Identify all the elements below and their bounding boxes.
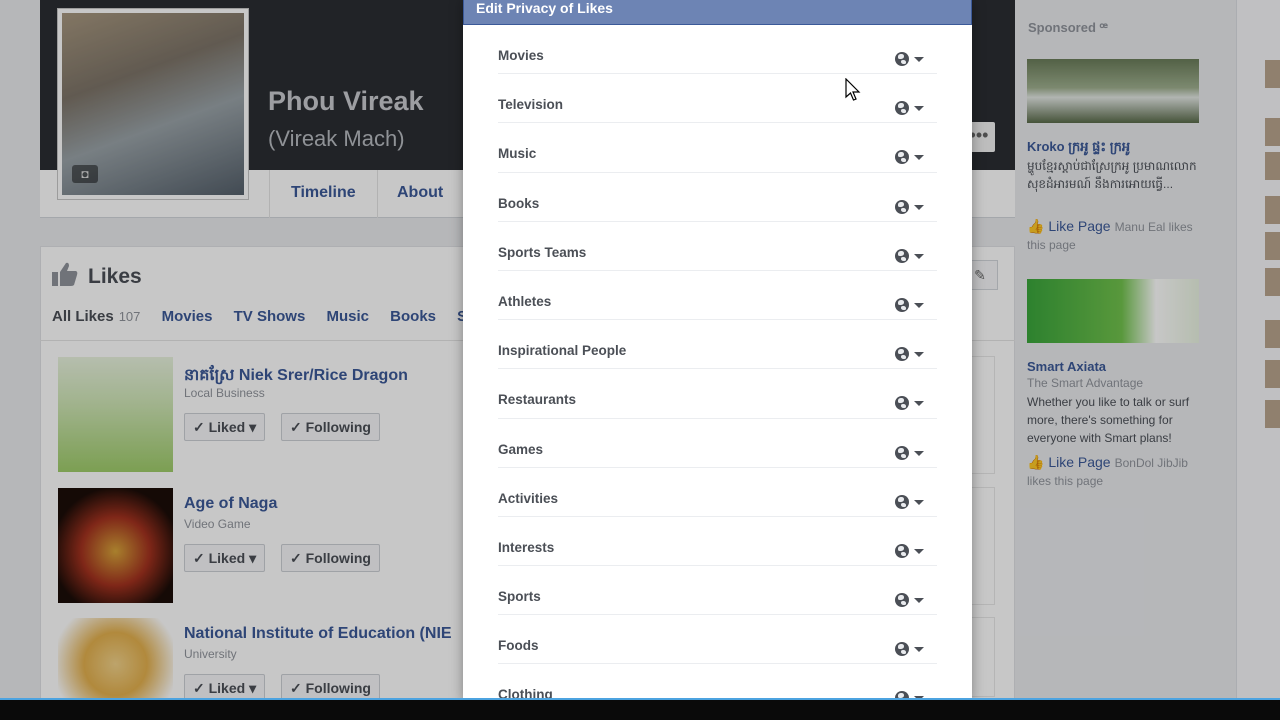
globe-icon	[895, 593, 909, 608]
privacy-row: Television	[498, 74, 937, 124]
privacy-category-label: Games	[498, 441, 544, 457]
chevron-down-icon	[914, 450, 924, 456]
privacy-row: Movies	[498, 25, 937, 75]
privacy-row: Interests	[498, 517, 937, 567]
audience-selector[interactable]	[895, 591, 929, 609]
privacy-row: Sports	[498, 566, 937, 616]
chevron-down-icon	[914, 598, 924, 604]
privacy-category-label: Television	[498, 97, 564, 113]
audience-selector[interactable]	[895, 640, 929, 658]
privacy-row: Inspirational People	[498, 320, 937, 370]
privacy-row: Activities	[498, 468, 937, 517]
privacy-row: Foods	[498, 615, 937, 665]
privacy-row: Restaurants	[498, 369, 937, 419]
privacy-category-list: Movies Television Music Books Sports Teams At…	[463, 25, 972, 700]
globe-icon	[895, 494, 909, 509]
chevron-down-icon	[914, 204, 924, 210]
globe-icon	[895, 101, 909, 116]
privacy-category-label: Athletes	[498, 293, 552, 309]
globe-icon	[895, 150, 909, 165]
chevron-down-icon	[914, 499, 924, 505]
chevron-down-icon	[914, 106, 924, 112]
privacy-row: Games	[498, 419, 937, 468]
globe-icon	[895, 297, 909, 312]
audience-selector[interactable]	[895, 296, 929, 314]
globe-icon	[895, 445, 909, 460]
globe-icon	[895, 347, 909, 362]
privacy-category-label: Foods	[498, 638, 539, 654]
privacy-row: Athletes	[498, 271, 937, 321]
chevron-down-icon	[914, 253, 924, 259]
audience-selector[interactable]	[895, 444, 929, 462]
privacy-row: Clothing	[498, 664, 937, 700]
chevron-down-icon	[914, 401, 924, 407]
audience-selector[interactable]	[895, 493, 929, 511]
privacy-category-label: Activities	[498, 490, 559, 506]
privacy-category-label: Sports Teams	[498, 244, 587, 260]
audience-selector[interactable]	[895, 148, 929, 166]
privacy-category-label: Restaurants	[498, 392, 577, 408]
audience-selector[interactable]	[895, 394, 929, 412]
audience-selector[interactable]	[895, 99, 929, 117]
chevron-down-icon	[914, 302, 924, 308]
privacy-category-label: Movies	[498, 48, 544, 63]
globe-icon	[895, 199, 909, 214]
privacy-category-label: Interests	[498, 539, 555, 555]
privacy-row: Books	[498, 173, 937, 222]
globe-icon	[895, 52, 909, 66]
privacy-category-label: Music	[498, 146, 537, 162]
globe-icon	[895, 248, 909, 263]
audience-selector[interactable]	[895, 50, 929, 68]
mouse-cursor-icon	[845, 78, 861, 101]
chevron-down-icon	[914, 155, 924, 161]
chevron-down-icon	[914, 647, 924, 653]
globe-icon	[895, 543, 909, 558]
privacy-row: Sports Teams	[498, 222, 937, 271]
os-taskbar	[0, 698, 1280, 720]
chevron-down-icon	[914, 57, 924, 62]
edit-privacy-dialog: Edit Privacy of Likes Movies Television Mu…	[463, 0, 972, 700]
chevron-down-icon	[914, 548, 924, 554]
dialog-title: Edit Privacy of Likes	[463, 0, 972, 25]
chevron-down-icon	[914, 352, 924, 358]
globe-icon	[895, 396, 909, 411]
globe-icon	[895, 642, 909, 657]
privacy-row: Music	[498, 123, 937, 173]
privacy-category-label: Inspirational People	[498, 343, 627, 359]
privacy-category-label: Sports	[498, 589, 541, 605]
audience-selector[interactable]	[895, 247, 929, 265]
audience-selector[interactable]	[895, 542, 929, 560]
audience-selector[interactable]	[895, 198, 929, 216]
privacy-category-label: Books	[498, 195, 540, 211]
audience-selector[interactable]	[895, 345, 929, 363]
